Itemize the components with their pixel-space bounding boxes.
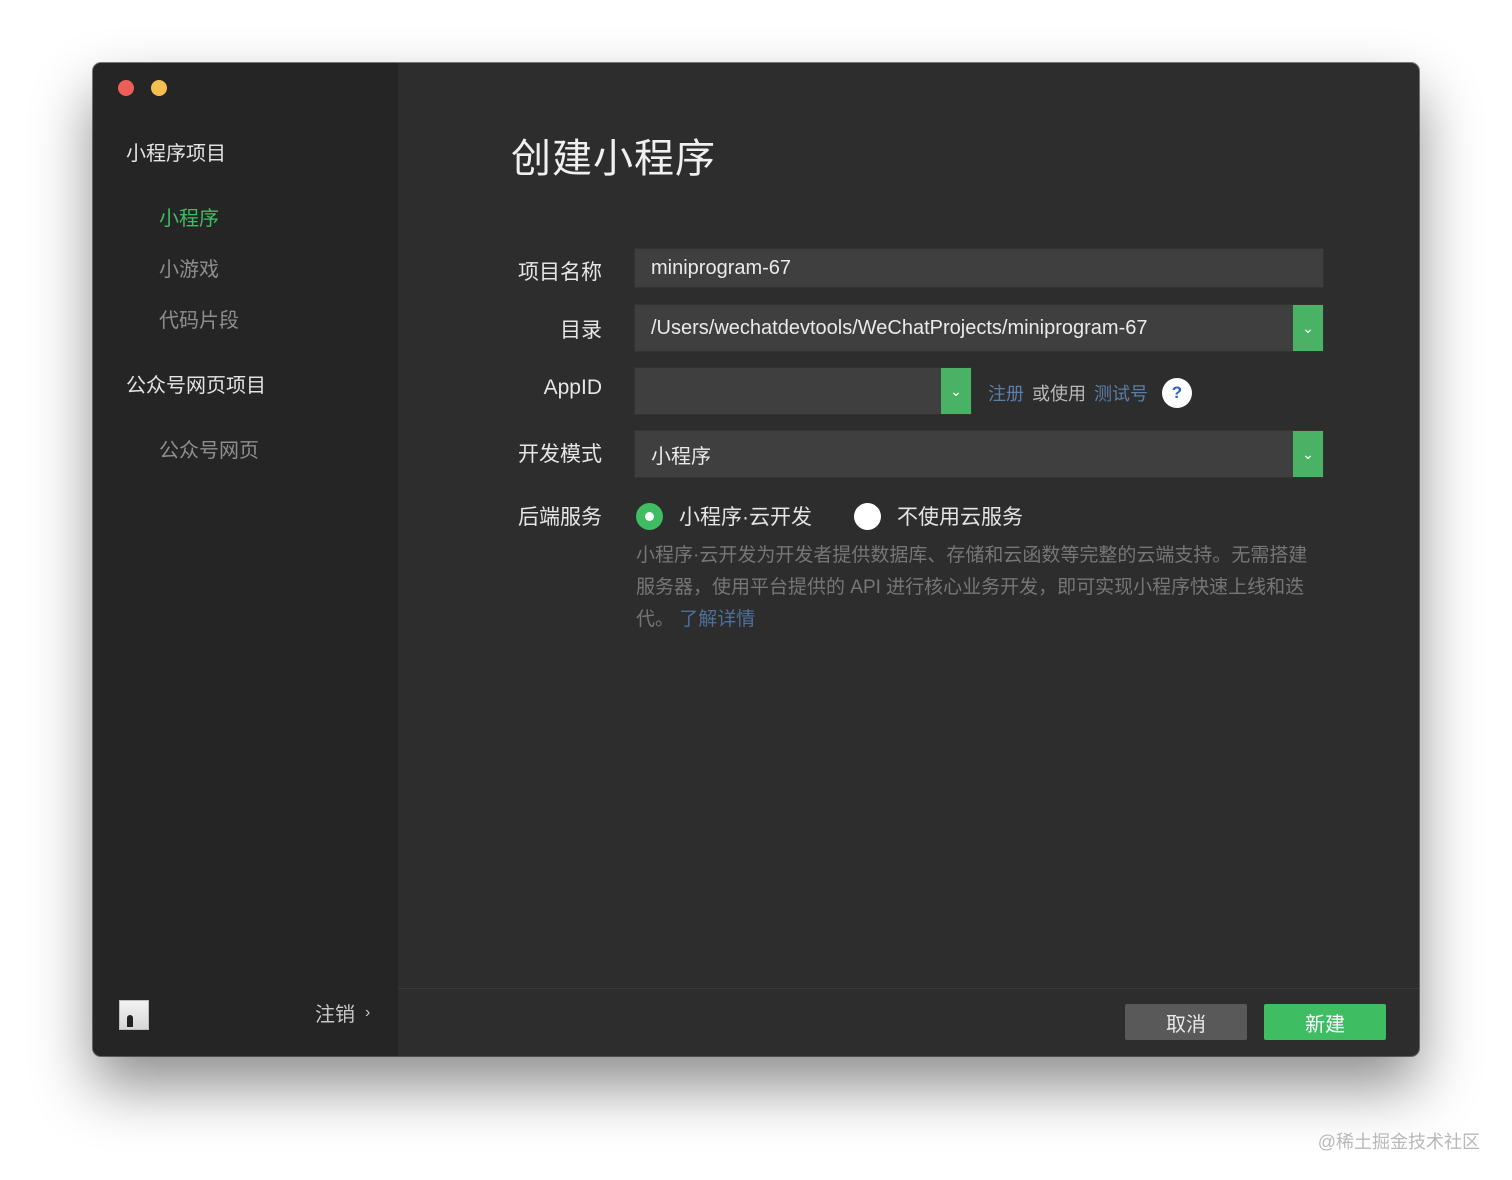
- or-use-text: 或使用: [1032, 384, 1086, 404]
- window-controls: [118, 80, 167, 96]
- sidebar-group-miniprogram-projects: 小程序项目: [126, 143, 226, 165]
- avatar[interactable]: [119, 1000, 149, 1030]
- cancel-button[interactable]: 取消: [1125, 1004, 1247, 1040]
- directory-label: 目录: [560, 319, 602, 342]
- chevron-down-icon[interactable]: ⌄: [941, 368, 971, 414]
- project-name-label: 项目名称: [518, 261, 602, 284]
- dev-mode-value: 小程序: [651, 445, 711, 468]
- sidebar-footer: 注销 ›: [93, 988, 398, 1056]
- close-window-button[interactable]: [118, 80, 134, 96]
- appid-label: AppID: [543, 376, 602, 399]
- register-link[interactable]: 注册: [988, 380, 1024, 406]
- dev-mode-label: 开发模式: [518, 443, 602, 466]
- radio-cloud-dev-label: 小程序·云开发: [679, 506, 812, 529]
- question-icon[interactable]: ?: [1162, 378, 1192, 408]
- backend-label: 后端服务: [518, 506, 602, 529]
- directory-value: /Users/wechatdevtools/WeChatProjects/min…: [651, 316, 1148, 339]
- chevron-right-icon: ›: [365, 1003, 371, 1021]
- appid-links: 注册 或使用 测试号 ?: [988, 378, 1192, 408]
- directory-select[interactable]: /Users/wechatdevtools/WeChatProjects/min…: [634, 304, 1324, 352]
- watermark: @稀土掘金技术社区: [1317, 1132, 1480, 1152]
- page-title: 创建小程序: [511, 137, 716, 181]
- sidebar-item-miniprogram[interactable]: 小程序: [159, 202, 219, 231]
- radio-cloud-dev[interactable]: 小程序·云开发: [636, 501, 812, 531]
- project-name-input[interactable]: miniprogram-67: [634, 248, 1324, 288]
- chevron-down-icon[interactable]: ⌄: [1293, 305, 1323, 351]
- sidebar: 小程序项目 小程序 小游戏 代码片段 公众号网页项目 公众号网页 注销 ›: [93, 63, 398, 1056]
- sidebar-item-official-account-webpage[interactable]: 公众号网页: [159, 434, 259, 463]
- sidebar-item-code-snippet[interactable]: 代码片段: [159, 304, 239, 333]
- radio-no-cloud-label: 不使用云服务: [897, 506, 1023, 529]
- radio-checked-icon: [636, 502, 663, 530]
- logout-button[interactable]: 注销 ›: [315, 998, 370, 1027]
- minimize-window-button[interactable]: [151, 80, 167, 96]
- appid-select[interactable]: ⌄: [634, 367, 972, 415]
- radio-no-cloud[interactable]: 不使用云服务: [854, 501, 1023, 531]
- backend-radio-group: 小程序·云开发 不使用云服务: [636, 501, 1065, 531]
- radio-unchecked-icon: [854, 502, 881, 530]
- cloud-dev-description: 小程序·云开发为开发者提供数据库、存储和云函数等完整的云端支持。无需搭建服务器，…: [636, 540, 1326, 636]
- project-name-value: miniprogram-67: [651, 256, 792, 279]
- sidebar-item-minigame[interactable]: 小游戏: [159, 253, 219, 282]
- footer-divider: [398, 988, 1419, 989]
- main-panel: 创建小程序 项目名称 miniprogram-67 目录 /Users/wech…: [398, 63, 1419, 1056]
- dev-mode-select[interactable]: 小程序 ⌄: [634, 430, 1324, 478]
- sidebar-group-official-account-projects: 公众号网页项目: [126, 375, 266, 397]
- logout-label: 注销: [315, 1004, 355, 1026]
- chevron-down-icon[interactable]: ⌄: [1293, 431, 1323, 477]
- learn-more-link[interactable]: 了解详情: [679, 609, 755, 630]
- test-account-link[interactable]: 测试号: [1094, 380, 1148, 406]
- create-project-window: 小程序项目 小程序 小游戏 代码片段 公众号网页项目 公众号网页 注销 › 创建…: [93, 63, 1419, 1056]
- create-button[interactable]: 新建: [1264, 1004, 1386, 1040]
